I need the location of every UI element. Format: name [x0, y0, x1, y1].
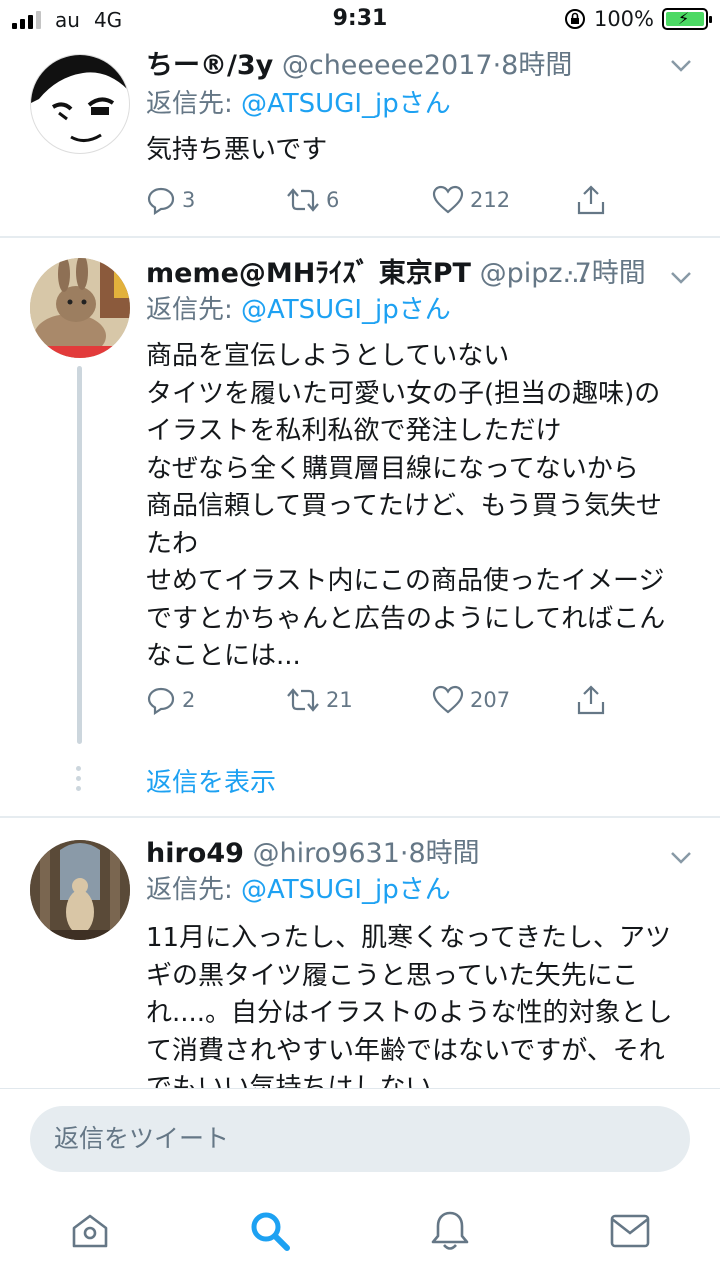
like-button[interactable]: 207 — [432, 685, 576, 715]
tab-search[interactable] — [246, 1207, 294, 1255]
tweet[interactable]: hiro49 @hiro9631·8時間 返信先: @ATSUGI_jpさん 1… — [0, 818, 720, 1088]
tab-notifications[interactable] — [426, 1207, 474, 1255]
status-right: 100% ⚡ — [564, 7, 712, 31]
reply-to-link[interactable]: @ATSUGI_jpさん — [241, 295, 451, 325]
tab-bar — [0, 1197, 720, 1267]
reply-to-link[interactable]: @ATSUGI_jpさん — [241, 89, 451, 119]
like-count: 212 — [470, 188, 511, 212]
retweet-icon — [287, 688, 319, 712]
share-button[interactable] — [576, 684, 606, 716]
show-replies-link[interactable]: 返信を表示 — [146, 762, 276, 799]
avatar[interactable] — [30, 258, 130, 358]
battery-percent: 100% — [593, 7, 654, 31]
heart-icon — [432, 185, 464, 214]
action-bar: 3 6 212 — [146, 184, 606, 216]
tweet-text: 商品を宣伝しようとしていない タイツを履いた可愛い女の子(担当の趣味)の イラス… — [146, 341, 666, 671]
chevron-down-icon[interactable] — [670, 54, 692, 79]
timestamp: ·7時間 — [566, 258, 646, 289]
retweet-count: 6 — [326, 188, 340, 212]
retweet-button[interactable]: 6 — [286, 185, 432, 215]
action-bar: 2 21 207 — [146, 684, 606, 716]
timestamp: ·8時間 — [399, 838, 480, 869]
reply-button[interactable]: 2 — [146, 685, 286, 715]
thread-dots — [76, 766, 81, 791]
tweet-text: 11月に入ったし、肌寒くなってきたし、アツ ギの黒タイツ履こうと思っていた矢先に… — [146, 923, 673, 1088]
retweet-button[interactable]: 21 — [286, 685, 432, 715]
messages-icon — [610, 1214, 650, 1248]
tweet[interactable]: ちー®/3y @cheeeee2017·8時間 返信先: @ATSUGI_jpさ… — [0, 40, 720, 236]
reply-count: 2 — [182, 688, 196, 712]
chevron-down-icon[interactable] — [670, 846, 692, 871]
thread-line — [77, 366, 82, 744]
share-icon — [577, 185, 605, 215]
reply-to-link[interactable]: @ATSUGI_jpさん — [241, 875, 451, 905]
handle[interactable]: @cheeeee2017 — [282, 50, 493, 81]
share-icon — [577, 685, 605, 715]
reply-prefix: 返信先: — [146, 295, 242, 325]
notifications-icon — [431, 1211, 469, 1250]
battery-icon: ⚡ — [662, 8, 712, 30]
avatar[interactable] — [30, 54, 130, 154]
status-bar: au 4G 9:31 100% ⚡ — [0, 0, 720, 40]
handle[interactable]: @hiro9631 — [253, 838, 400, 869]
reply-prefix: 返信先: — [146, 875, 242, 905]
tweet-header: meme@MHﾗｲｽﾞ 東京PT @pipz... — [146, 256, 600, 292]
reply-context: 返信先: @ATSUGI_jpさん — [146, 872, 451, 908]
display-name[interactable]: ちー®/3y — [146, 50, 273, 81]
reply-button[interactable]: 3 — [146, 185, 286, 215]
avatar[interactable] — [30, 840, 130, 940]
tab-messages[interactable] — [606, 1207, 654, 1255]
search-icon — [251, 1212, 290, 1251]
reply-icon — [147, 187, 175, 215]
retweet-count: 21 — [326, 688, 353, 712]
retweet-icon — [287, 188, 319, 212]
tweet[interactable]: meme@MHﾗｲｽﾞ 東京PT @pipz... ·7時間 返信先: @ATS… — [0, 238, 720, 816]
display-name[interactable]: meme@MHﾗｲｽﾞ 東京PT — [146, 258, 471, 289]
share-button[interactable] — [576, 184, 606, 216]
tab-home[interactable] — [66, 1207, 114, 1255]
reply-prefix: 返信先: — [146, 89, 242, 119]
reply-context: 返信先: @ATSUGI_jpさん — [146, 86, 451, 122]
reply-context: 返信先: @ATSUGI_jpさん — [146, 292, 451, 328]
orientation-lock-icon — [564, 9, 585, 29]
reply-icon — [147, 687, 175, 715]
timestamp: ·8時間 — [492, 50, 573, 81]
tweet-text: 気持ち悪いです — [146, 135, 328, 165]
tweet-header: ちー®/3y @cheeeee2017·8時間 — [146, 48, 680, 84]
reply-count: 3 — [182, 188, 196, 212]
heart-icon — [432, 685, 464, 714]
chevron-down-icon[interactable] — [670, 266, 692, 291]
bottom-bar: 返信をツイート — [0, 1088, 720, 1280]
display-name[interactable]: hiro49 — [146, 838, 244, 869]
like-count: 207 — [470, 688, 511, 712]
like-button[interactable]: 212 — [432, 185, 576, 215]
tweet-header: hiro49 @hiro9631·8時間 — [146, 836, 680, 872]
home-icon — [72, 1214, 108, 1248]
reply-composer-input[interactable]: 返信をツイート — [30, 1106, 690, 1172]
